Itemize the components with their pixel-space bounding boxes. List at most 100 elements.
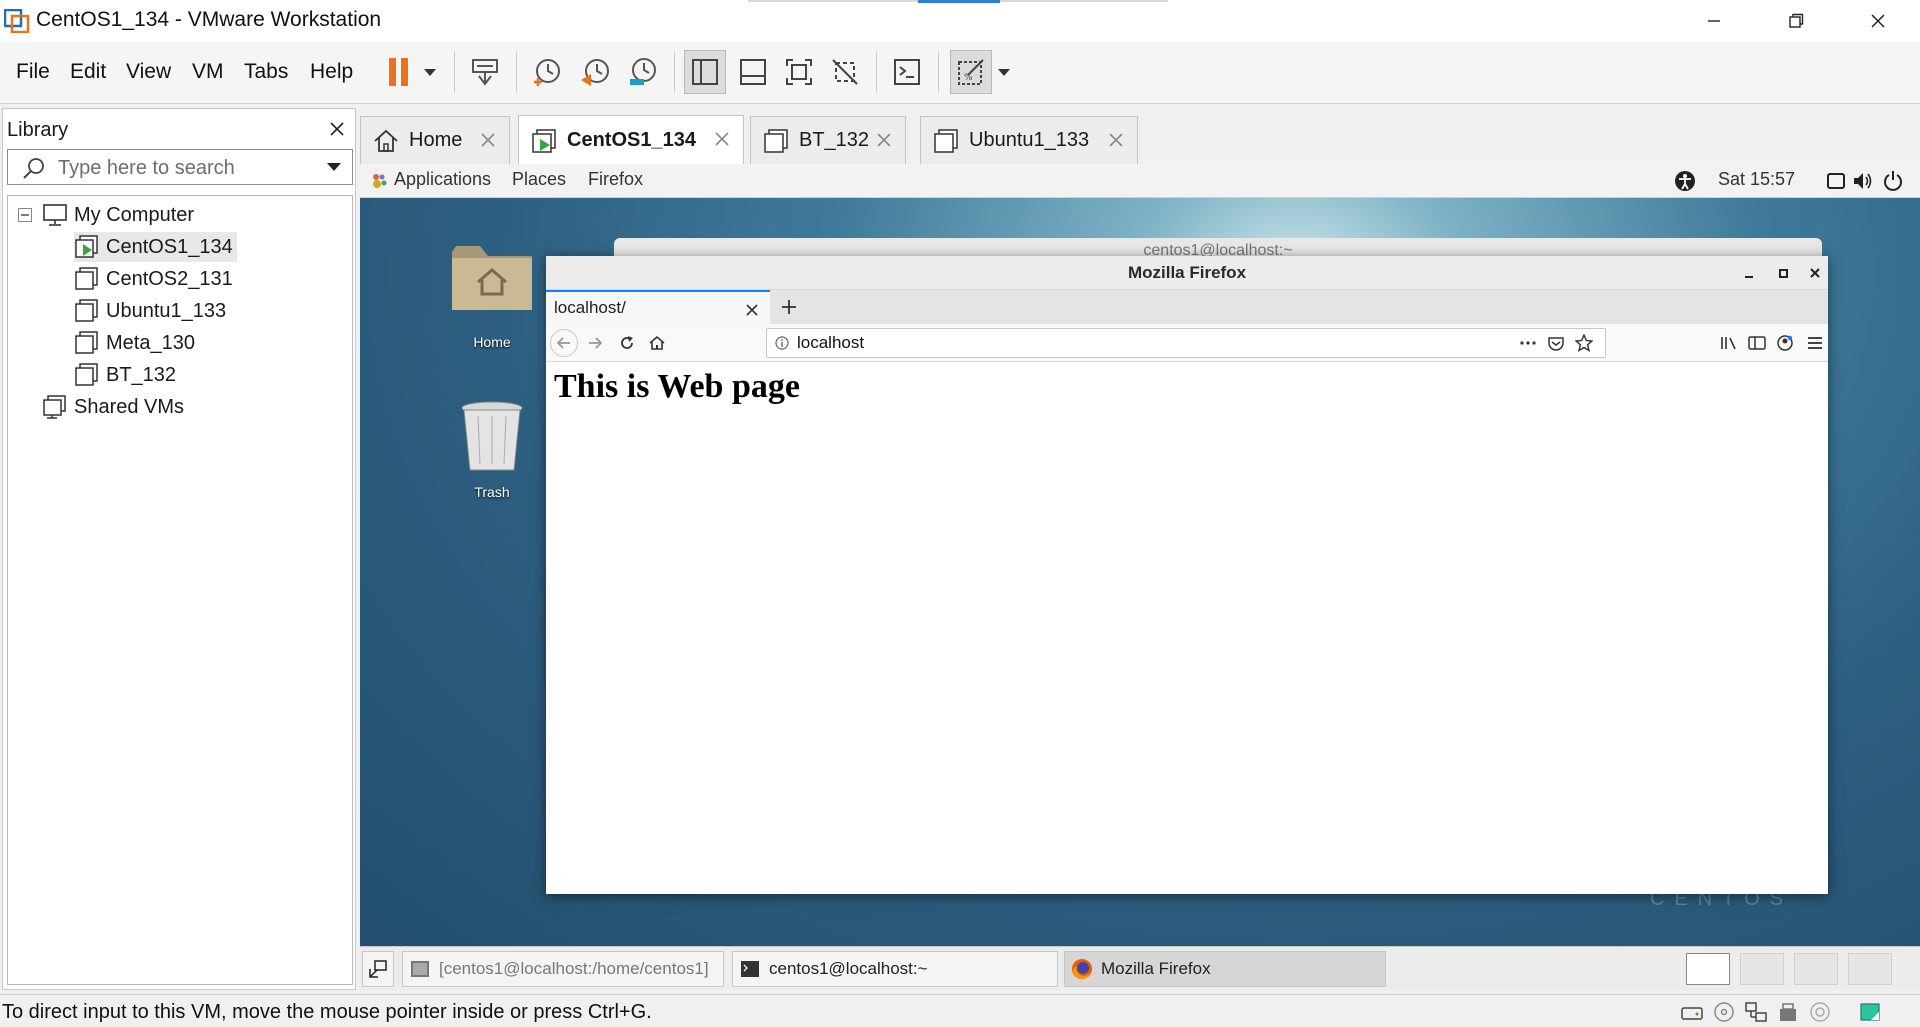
site-info-icon[interactable] [775, 336, 789, 350]
take-snapshot-icon[interactable] [526, 50, 568, 94]
tree-my-computer[interactable]: My Computer [42, 200, 194, 230]
search-dropdown-icon[interactable] [326, 162, 342, 172]
usb-device-icon[interactable] [1776, 1001, 1800, 1023]
firefox-close-button[interactable] [1804, 262, 1826, 284]
tab-close-icon[interactable] [477, 129, 499, 151]
desktop-home-folder-icon[interactable] [450, 240, 534, 314]
bookmark-star-icon[interactable] [1575, 334, 1593, 352]
network-adapter-icon[interactable] [1744, 1001, 1768, 1023]
accessibility-icon[interactable] [1674, 170, 1696, 192]
show-library-icon[interactable] [684, 50, 726, 94]
thumbnail-bar-icon[interactable] [732, 50, 774, 94]
tree-shared-vms[interactable]: Shared VMs [42, 392, 184, 422]
tab-home[interactable]: Home [360, 116, 510, 164]
vm-icon [74, 362, 100, 388]
gnome-clock[interactable]: Sat 15:57 [1718, 169, 1795, 190]
forward-arrow-icon[interactable] [582, 330, 608, 356]
library-close-icon[interactable] [325, 117, 349, 141]
menu-tabs[interactable]: Tabs [244, 60, 288, 84]
workspace-2[interactable] [1740, 953, 1784, 985]
stretch-guest-icon[interactable]: % [950, 50, 992, 94]
tab-centos1-134[interactable]: CentOS1_134 [518, 115, 744, 165]
full-screen-icon[interactable] [778, 50, 820, 94]
reload-icon[interactable] [614, 330, 640, 356]
message-log-icon[interactable] [1858, 1001, 1882, 1023]
restore-button[interactable] [1756, 0, 1836, 42]
firefox-window: Mozilla Firefox localhost/ localhost Thi… [546, 256, 1828, 894]
revert-snapshot-icon[interactable] [574, 50, 616, 94]
page-heading: This is Web page [554, 368, 800, 405]
tree-vm-ubuntu1-133[interactable]: Ubuntu1_133 [74, 296, 226, 326]
window-title: CentOS1_134 - VMware Workstation [36, 8, 382, 31]
menu-help[interactable]: Help [310, 60, 353, 84]
home-icon [371, 126, 401, 156]
show-desktop-button[interactable] [362, 951, 394, 987]
sidebar-icon[interactable] [1744, 330, 1770, 356]
computer-icon [42, 202, 68, 228]
workspace-1[interactable] [1686, 953, 1730, 985]
minimize-button[interactable] [1674, 0, 1754, 42]
tree-vm-centos2-131[interactable]: CentOS2_131 [74, 264, 233, 294]
sound-card-icon[interactable] [1808, 1001, 1832, 1023]
toolbar-separator [674, 52, 675, 92]
back-arrow-icon[interactable] [550, 329, 578, 357]
tree-vm-centos1-134[interactable]: CentOS1_134 [74, 232, 237, 262]
library-search-input[interactable] [58, 154, 308, 182]
desktop-trash-icon[interactable] [460, 400, 524, 474]
firefox-new-tab-icon[interactable] [776, 294, 802, 320]
firefox-titlebar[interactable]: Mozilla Firefox [546, 256, 1828, 290]
tree-vm-meta-130[interactable]: Meta_130 [74, 328, 195, 358]
menu-vm[interactable]: VM [192, 60, 224, 84]
unity-icon[interactable] [824, 50, 866, 94]
tab-close-icon[interactable] [1105, 129, 1127, 151]
collapse-toggle-icon[interactable] [18, 208, 32, 222]
stretch-dropdown-icon[interactable] [992, 50, 1016, 94]
tab-ubuntu1-133[interactable]: Ubuntu1_133 [920, 116, 1138, 164]
gnome-applications-menu[interactable]: Applications [394, 169, 491, 190]
gnome-places-menu[interactable]: Places [512, 169, 566, 190]
taskbar-item-label: Mozilla Firefox [1101, 959, 1211, 978]
menu-view[interactable]: View [126, 60, 171, 84]
taskbar-item-terminal-localhost[interactable]: centos1@localhost:~ [732, 951, 1058, 987]
pocket-icon[interactable] [1547, 335, 1565, 351]
tab-close-icon[interactable] [873, 129, 895, 151]
workspace-4[interactable] [1848, 953, 1892, 985]
firefox-tab[interactable]: localhost/ [546, 290, 770, 324]
taskbar-item-terminal-home[interactable]: [centos1@localhost:/home/centos1] [402, 951, 724, 987]
firefox-page-content[interactable]: This is Web page [546, 362, 1828, 894]
hamburger-menu-icon[interactable] [1802, 330, 1828, 356]
tab-bt-132[interactable]: BT_132 [750, 116, 906, 164]
firefox-tab-close-icon[interactable] [742, 300, 762, 320]
screen-icon[interactable] [1826, 171, 1846, 191]
menu-edit[interactable]: Edit [70, 60, 106, 84]
tree-vm-bt-132[interactable]: BT_132 [74, 360, 176, 390]
gnome-firefox-menu[interactable]: Firefox [588, 169, 643, 190]
page-actions-icon[interactable] [1519, 335, 1537, 351]
account-icon[interactable] [1772, 330, 1798, 356]
toolbar-separator [938, 52, 939, 92]
volume-icon[interactable] [1852, 171, 1874, 191]
home-icon[interactable] [644, 330, 670, 356]
guest-desktop[interactable]: centos1@localhost:~ Home Trash CENTOS Mo… [360, 198, 1920, 946]
firefox-maximize-button[interactable] [1772, 262, 1794, 284]
library-icon[interactable] [1716, 330, 1742, 356]
power-icon[interactable] [1882, 170, 1904, 192]
menu-file[interactable]: File [16, 60, 50, 84]
snapshot-manager-icon[interactable] [622, 50, 664, 94]
tab-close-icon[interactable] [711, 128, 733, 150]
close-window-button[interactable] [1838, 0, 1918, 42]
cd-dvd-icon[interactable] [1712, 1001, 1736, 1023]
hard-disk-icon[interactable] [1680, 1001, 1704, 1023]
power-dropdown-icon[interactable] [418, 50, 442, 94]
firefox-icon [1071, 958, 1093, 980]
taskbar-item-firefox[interactable]: Mozilla Firefox [1064, 951, 1386, 987]
pause-button[interactable] [378, 50, 420, 94]
workspace-3[interactable] [1794, 953, 1838, 985]
tree-label: CentOS2_131 [106, 267, 233, 290]
send-ctrl-alt-del-icon[interactable] [464, 50, 506, 94]
firefox-minimize-button[interactable] [1738, 262, 1760, 284]
toolbar-separator [454, 52, 455, 92]
url-input[interactable] [797, 333, 1497, 353]
console-view-icon[interactable] [886, 50, 928, 94]
tree-label: BT_132 [106, 363, 177, 386]
